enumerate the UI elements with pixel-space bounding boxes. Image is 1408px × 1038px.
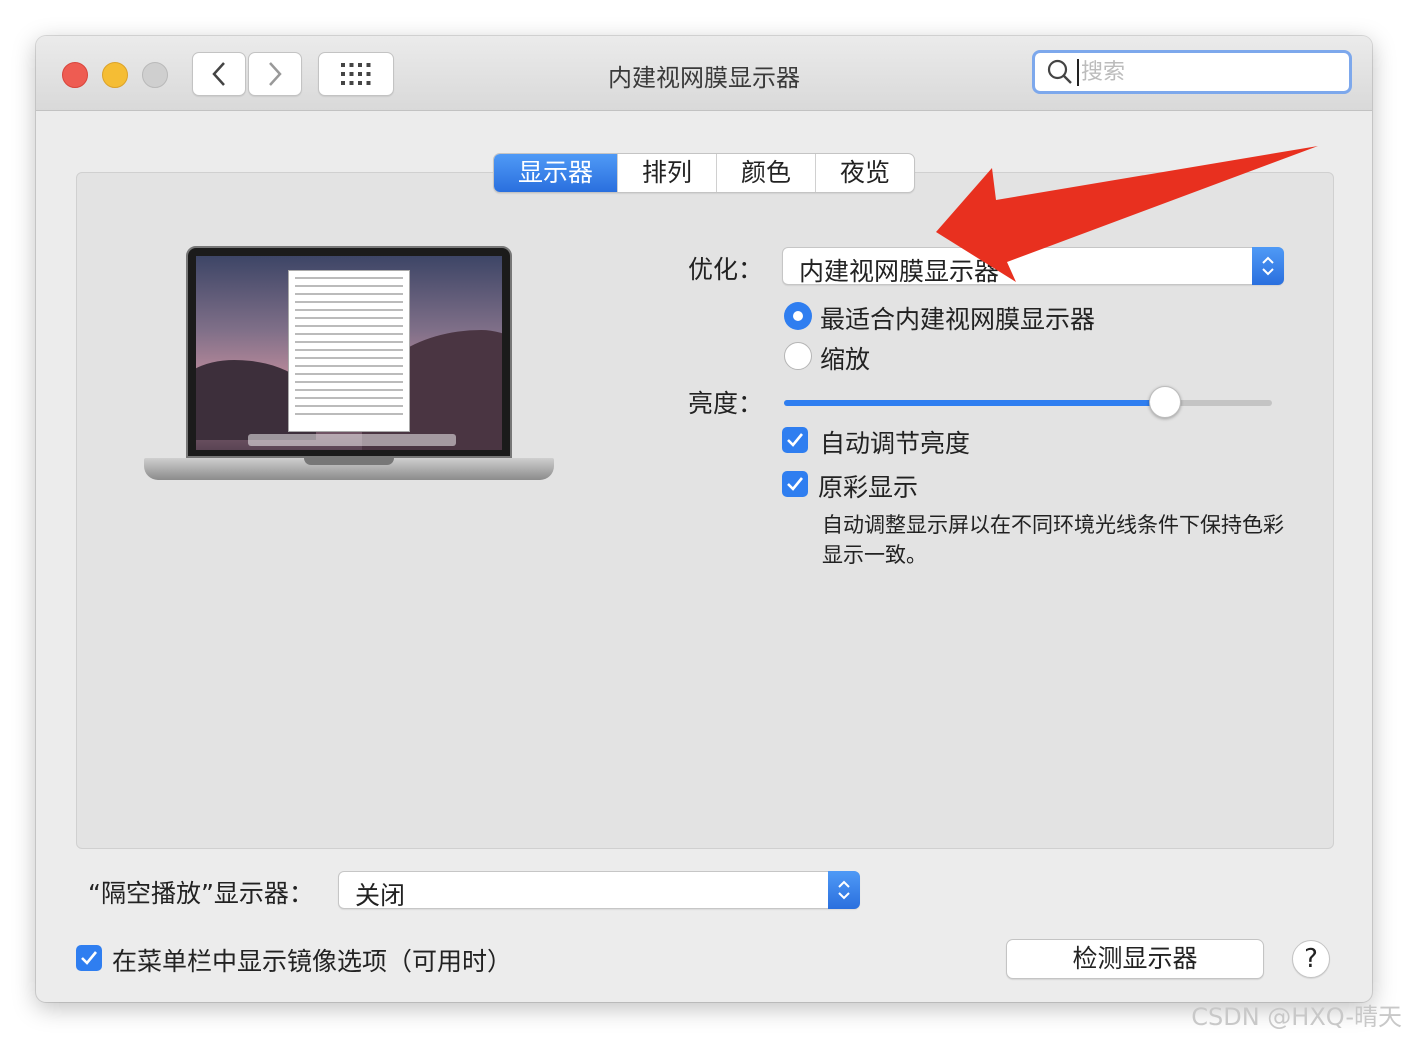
updown-chevron-icon	[1252, 247, 1284, 285]
optimize-label: 优化：	[688, 255, 764, 284]
search-input[interactable]	[1077, 58, 1323, 86]
optimize-popup[interactable]: 内建视网膜显示器	[782, 247, 1284, 286]
radio-scaled[interactable]	[784, 342, 812, 370]
brightness-slider-knob[interactable]	[1148, 386, 1181, 418]
checkmark-icon	[787, 433, 804, 447]
airplay-display-label: “隔空播放”显示器：	[88, 879, 314, 908]
updown-chevron-icon	[828, 871, 860, 909]
tab-bar: 显示器 排列 颜色 夜览	[493, 153, 916, 193]
true-tone-checkbox[interactable]	[782, 471, 808, 497]
brightness-slider[interactable]	[784, 386, 1272, 418]
watermark: CSDN @HXQ-晴天	[1191, 1003, 1402, 1031]
search-icon	[1047, 59, 1072, 84]
detect-displays-button[interactable]: 检测显示器	[1006, 939, 1264, 979]
tab-arrangement[interactable]: 排列	[617, 154, 716, 192]
tab-night-shift[interactable]: 夜览	[815, 154, 914, 192]
checkmark-icon	[787, 477, 804, 491]
tab-display[interactable]: 显示器	[494, 154, 618, 192]
airplay-display-popup[interactable]: 关闭	[338, 871, 860, 910]
titlebar: 内建视网膜显示器	[36, 36, 1372, 111]
radio-best-for-display-label: 最适合内建视网膜显示器	[820, 305, 1096, 334]
auto-brightness-checkbox[interactable]	[782, 427, 808, 453]
brightness-label: 亮度：	[688, 389, 764, 418]
search-field[interactable]	[1032, 50, 1352, 94]
airplay-display-value: 关闭	[355, 881, 406, 910]
brightness-slider-fill	[784, 400, 1165, 406]
help-button[interactable]: ?	[1292, 940, 1330, 978]
radio-scaled-label: 缩放	[820, 345, 871, 374]
mirroring-options-checkbox[interactable]	[76, 945, 102, 971]
mirroring-options-label: 在菜单栏中显示镜像选项（可用时）	[112, 947, 513, 976]
system-preferences-window: 内建视网膜显示器 显示器 排列 颜色 夜览	[36, 36, 1372, 1002]
optimize-value: 内建视网膜显示器	[799, 257, 1000, 286]
true-tone-description: 自动调整显示屏以在不同环境光线条件下保持色彩显示一致。	[822, 513, 1284, 567]
checkmark-icon	[81, 951, 98, 965]
true-tone-label: 原彩显示	[818, 473, 919, 502]
macbook-illustration	[144, 246, 554, 496]
radio-best-for-display[interactable]	[784, 302, 812, 330]
auto-brightness-label: 自动调节亮度	[820, 429, 971, 458]
tab-color[interactable]: 颜色	[716, 154, 815, 192]
